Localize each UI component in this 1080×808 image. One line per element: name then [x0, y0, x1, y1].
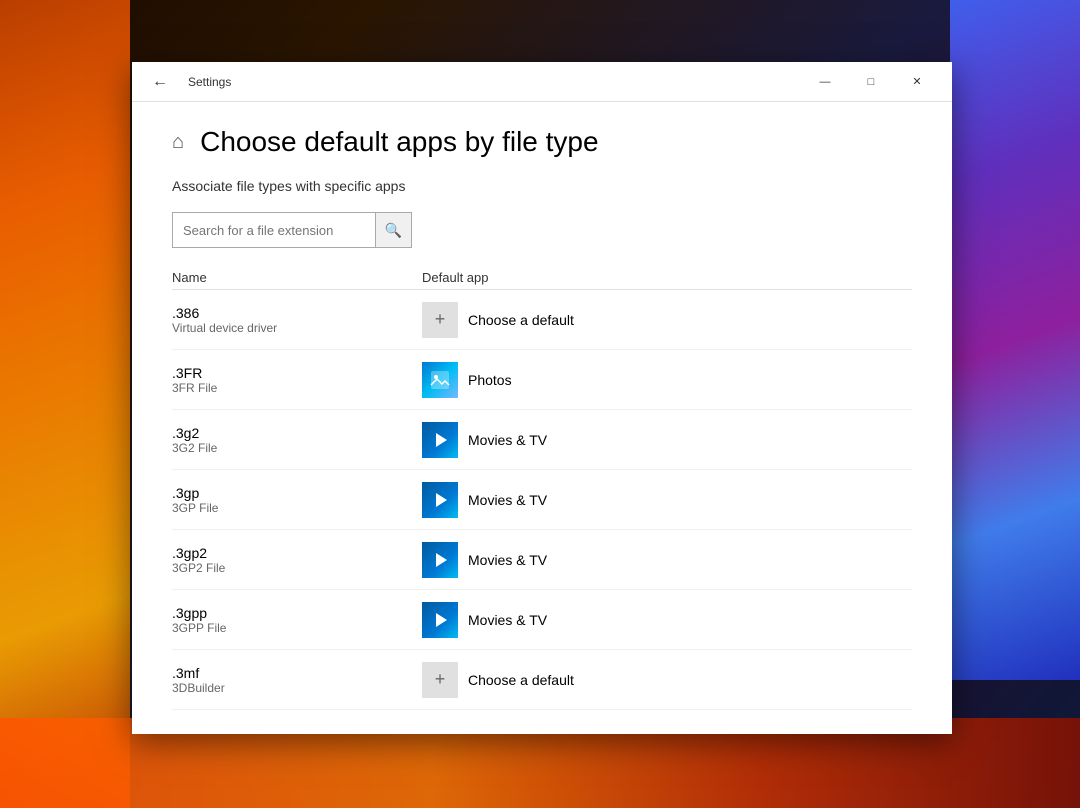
file-description: 3DBuilder [172, 681, 422, 695]
file-info: .3gp2 3GP2 File [172, 545, 422, 575]
column-app-header: Default app [422, 270, 912, 285]
back-button[interactable]: ← [144, 69, 176, 95]
file-description: 3GP2 File [172, 561, 422, 575]
table-row: .3FR 3FR File Photos [172, 350, 912, 410]
app-name-label: Choose a default [468, 312, 574, 328]
default-app-button[interactable]: + Choose a default [422, 302, 574, 338]
file-info: .3FR 3FR File [172, 365, 422, 395]
cubes-right-decoration [950, 0, 1080, 680]
table-row: .3gp2 3GP2 File Movies & TV [172, 530, 912, 590]
file-description: 3G2 File [172, 441, 422, 455]
file-description: 3GPP File [172, 621, 422, 635]
titlebar: ← Settings — □ ✕ [132, 62, 952, 102]
choose-default-icon: + [422, 302, 458, 338]
file-extension: .3gp [172, 485, 422, 501]
table-row: .3mf 3DBuilder + Choose a default [172, 650, 912, 710]
file-extension: .3FR [172, 365, 422, 381]
file-extension: .3mf [172, 665, 422, 681]
titlebar-left: ← Settings [144, 69, 231, 95]
settings-window: ← Settings — □ ✕ ⌂ Choose default apps b… [132, 62, 952, 734]
maximize-button[interactable]: □ [848, 66, 894, 98]
default-app-button[interactable]: + Choose a default [422, 662, 574, 698]
search-box: 🔍 [172, 212, 412, 248]
cubes-left-decoration [0, 0, 130, 808]
movies-icon [422, 482, 458, 518]
photos-icon [422, 362, 458, 398]
app-name-label: Movies & TV [468, 432, 547, 448]
default-app-button[interactable]: Movies & TV [422, 542, 547, 578]
file-extension: .386 [172, 305, 422, 321]
file-extension: .3gpp [172, 605, 422, 621]
app-name-label: Photos [468, 372, 512, 388]
file-extension: .3gp2 [172, 545, 422, 561]
default-app-button[interactable]: Photos [422, 362, 512, 398]
file-list: .386 Virtual device driver + Choose a de… [172, 290, 912, 710]
movies-icon [422, 542, 458, 578]
app-name-label: Choose a default [468, 672, 574, 688]
page-subtitle: Associate file types with specific apps [172, 178, 912, 194]
app-name-label: Movies & TV [468, 612, 547, 628]
file-description: 3GP File [172, 501, 422, 515]
home-icon[interactable]: ⌂ [172, 131, 184, 154]
table-row: .3gpp 3GPP File Movies & TV [172, 590, 912, 650]
close-button[interactable]: ✕ [894, 66, 940, 98]
search-input[interactable] [173, 216, 375, 245]
titlebar-title: Settings [188, 75, 231, 89]
movies-icon [422, 602, 458, 638]
file-description: Virtual device driver [172, 321, 422, 335]
table-row: .386 Virtual device driver + Choose a de… [172, 290, 912, 350]
search-button[interactable]: 🔍 [375, 213, 411, 247]
file-info: .3mf 3DBuilder [172, 665, 422, 695]
file-info: .3g2 3G2 File [172, 425, 422, 455]
file-description: 3FR File [172, 381, 422, 395]
content-area: ⌂ Choose default apps by file type Assoc… [132, 102, 952, 734]
file-info: .3gp 3GP File [172, 485, 422, 515]
choose-default-icon: + [422, 662, 458, 698]
table-row: .3gp 3GP File Movies & TV [172, 470, 912, 530]
page-title: Choose default apps by file type [200, 126, 598, 158]
default-app-button[interactable]: Movies & TV [422, 422, 547, 458]
default-app-button[interactable]: Movies & TV [422, 602, 547, 638]
app-name-label: Movies & TV [468, 492, 547, 508]
file-extension: .3g2 [172, 425, 422, 441]
minimize-button[interactable]: — [802, 66, 848, 98]
table-row: .3g2 3G2 File Movies & TV [172, 410, 912, 470]
movies-icon [422, 422, 458, 458]
default-app-button[interactable]: Movies & TV [422, 482, 547, 518]
titlebar-controls: — □ ✕ [802, 66, 940, 98]
table-header: Name Default app [172, 266, 912, 290]
file-info: .3gpp 3GPP File [172, 605, 422, 635]
column-name-header: Name [172, 270, 422, 285]
file-info: .386 Virtual device driver [172, 305, 422, 335]
page-header: ⌂ Choose default apps by file type [172, 126, 912, 158]
app-name-label: Movies & TV [468, 552, 547, 568]
